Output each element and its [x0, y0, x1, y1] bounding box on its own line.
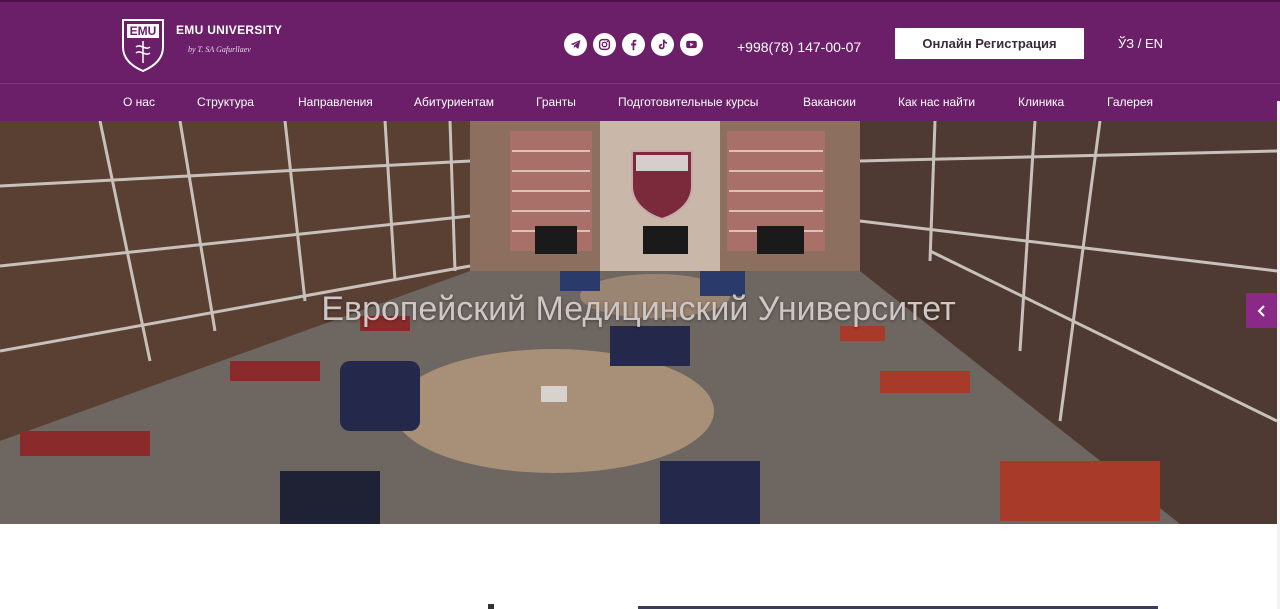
logo-signature: by T. SA Gafurllaev — [188, 45, 251, 54]
nav-item-find-us[interactable]: Как нас найти — [898, 95, 975, 109]
language-switcher[interactable]: ЎЗ / EN — [1118, 36, 1163, 51]
instagram-icon[interactable] — [593, 33, 616, 56]
nav-item-structure[interactable]: Структура — [197, 95, 254, 109]
side-panel-toggle[interactable] — [1246, 293, 1277, 328]
nav-item-grants[interactable]: Гранты — [536, 95, 576, 109]
nav-item-clinic[interactable]: Клиника — [1018, 95, 1064, 109]
nav-item-directions[interactable]: Направления — [298, 95, 373, 109]
tiktok-icon[interactable] — [651, 33, 674, 56]
top-header: EMU EMU UNIVERSITY by T. SA Gafurllaev +… — [0, 0, 1280, 83]
logo-title: EMU UNIVERSITY — [176, 23, 283, 37]
chevron-left-icon — [1257, 304, 1265, 317]
telegram-icon[interactable] — [564, 33, 587, 56]
facebook-icon[interactable] — [622, 33, 645, 56]
social-links — [564, 33, 703, 56]
main-nav: О нас Структура Направления Абитуриентам… — [0, 83, 1280, 121]
nav-item-gallery[interactable]: Галерея — [1107, 95, 1153, 109]
youtube-icon[interactable] — [680, 33, 703, 56]
nav-item-about[interactable]: О нас — [123, 95, 155, 109]
nav-item-preparatory-courses[interactable]: Подготовительные курсы — [618, 95, 758, 109]
nav-item-applicants[interactable]: Абитуриентам — [414, 95, 494, 109]
section-heading-fragment — [488, 604, 494, 609]
logo-letters: EMU — [130, 24, 157, 38]
phone-number[interactable]: +998(78) 147-00-07 — [737, 39, 861, 55]
emu-shield-icon: EMU — [122, 19, 164, 73]
hero-title: Европейский Медицинский Университет — [321, 290, 956, 328]
university-logo[interactable]: EMU EMU UNIVERSITY by T. SA Gafurllaev — [120, 17, 282, 73]
online-registration-button[interactable]: Онлайн Регистрация — [895, 28, 1084, 59]
nav-item-vacancies[interactable]: Вакансии — [803, 95, 856, 109]
hero-banner: Европейский Медицинский Университет — [0, 121, 1277, 524]
